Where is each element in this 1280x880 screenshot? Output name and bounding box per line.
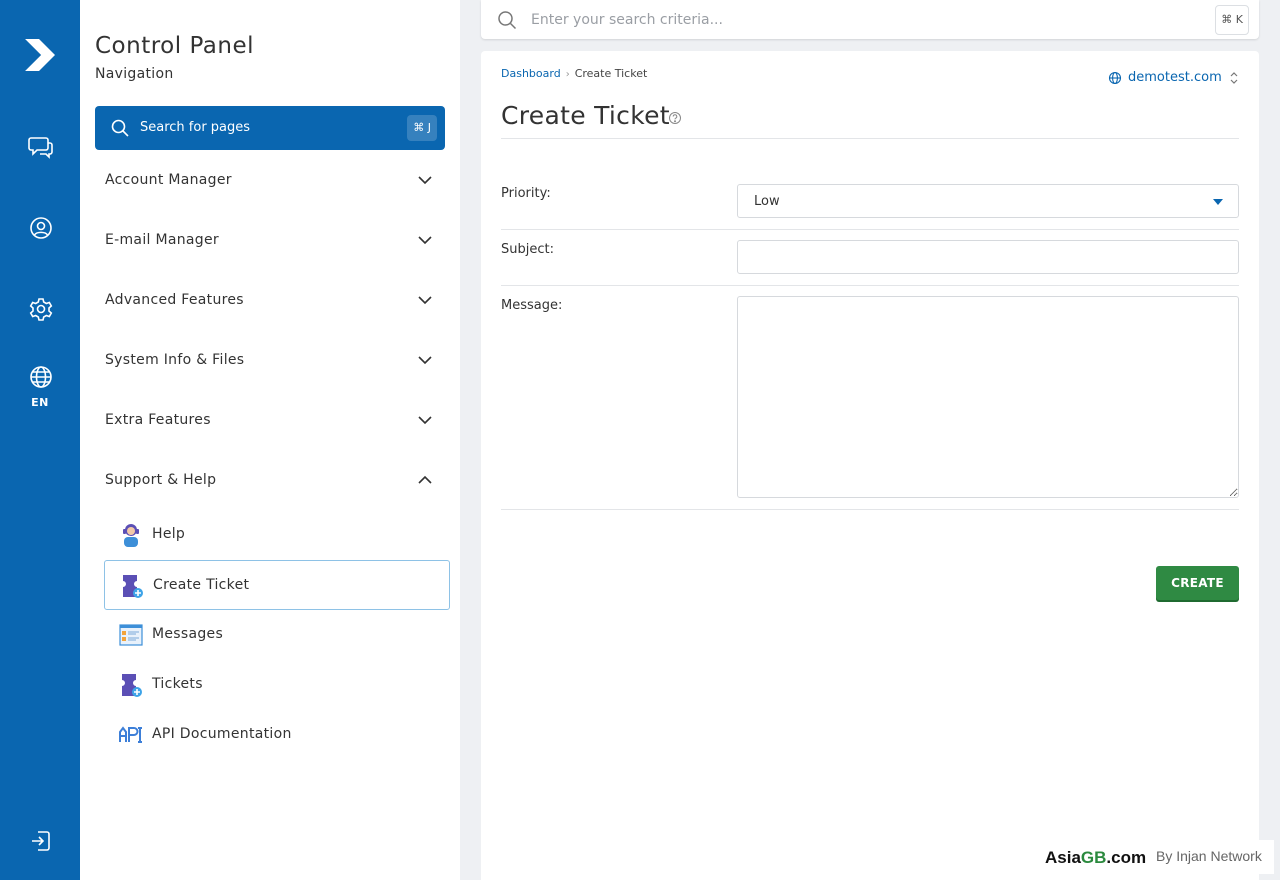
- nav-item-label: Help: [152, 526, 186, 542]
- help-agent-icon: [123, 524, 139, 547]
- breadcrumb-separator-icon: ›: [565, 69, 570, 80]
- icon-rail: EN: [0, 0, 80, 880]
- messages-icon: [119, 624, 143, 646]
- page-search-label: Search for pages: [140, 120, 251, 135]
- section-label: System Info & Files: [105, 352, 245, 368]
- section-extra-features[interactable]: Extra Features: [95, 400, 445, 440]
- section-label: Advanced Features: [105, 292, 244, 308]
- logo-icon[interactable]: [21, 35, 59, 75]
- divider: [501, 285, 1239, 286]
- priority-label: Priority:: [501, 186, 551, 201]
- nav-item-help[interactable]: Help: [104, 510, 450, 560]
- page-search-button[interactable]: Search for pages ⌘ J: [95, 106, 445, 150]
- globe-icon: [1108, 71, 1122, 85]
- domain-selector[interactable]: demotest.com: [1108, 70, 1239, 88]
- section-system-info-files[interactable]: System Info & Files: [95, 340, 445, 380]
- section-label: Account Manager: [105, 172, 232, 188]
- domain-name: demotest.com: [1128, 70, 1222, 85]
- nav-item-label: Messages: [152, 626, 224, 642]
- brand-tagline: By Injan Network: [1156, 848, 1262, 864]
- section-email-manager[interactable]: E-mail Manager: [95, 220, 445, 260]
- language-label[interactable]: EN: [0, 396, 80, 409]
- user-icon[interactable]: [28, 215, 54, 241]
- section-label: E-mail Manager: [105, 232, 219, 248]
- caret-down-icon: [1213, 199, 1223, 205]
- divider: [501, 138, 1239, 139]
- main-card: Dashboard › Create Ticket demotest.com Cre…: [481, 51, 1259, 880]
- nav-item-label: Create Ticket: [153, 577, 250, 593]
- message-label: Message:: [501, 298, 563, 313]
- nav-item-tickets[interactable]: Tickets: [104, 660, 450, 710]
- chevron-down-icon: [418, 416, 432, 425]
- chat-icon[interactable]: [28, 134, 54, 160]
- page-title: Create Ticket: [501, 101, 670, 130]
- panel-title: Control Panel: [95, 33, 254, 59]
- chevron-up-icon: [418, 475, 432, 484]
- breadcrumb-current: Create Ticket: [574, 67, 648, 80]
- message-textarea[interactable]: [737, 296, 1239, 498]
- chevron-down-icon: [418, 296, 432, 305]
- nav-item-messages[interactable]: Messages: [104, 610, 450, 660]
- global-search-bar: ⌘ K: [481, 0, 1259, 39]
- create-button[interactable]: CREATE: [1156, 566, 1239, 600]
- tickets-icon: [122, 674, 142, 697]
- divider: [501, 229, 1239, 230]
- nav-item-api-documentation[interactable]: API Documentation: [104, 710, 450, 760]
- navigation-panel: Control Panel Navigation Search for page…: [80, 0, 460, 880]
- panel-subtitle: Navigation: [95, 66, 174, 82]
- api-icon: [119, 726, 142, 743]
- subject-label: Subject:: [501, 242, 554, 257]
- sort-updown-icon: [1230, 72, 1238, 84]
- chevron-down-icon: [418, 356, 432, 365]
- subject-input[interactable]: [737, 240, 1239, 274]
- search-icon: [498, 11, 517, 30]
- nav-item-create-ticket[interactable]: Create Ticket: [104, 560, 450, 610]
- nav-item-label: Tickets: [152, 676, 203, 692]
- priority-select[interactable]: Low: [737, 184, 1239, 218]
- chevron-down-icon: [418, 176, 432, 185]
- section-support-help[interactable]: Support & Help: [95, 460, 445, 500]
- global-search-input[interactable]: [531, 7, 1171, 33]
- brand-footer: AsiaGB.com By Injan Network: [1040, 840, 1274, 874]
- search-icon: [111, 119, 129, 137]
- divider: [501, 509, 1239, 510]
- section-account-manager[interactable]: Account Manager: [95, 160, 445, 200]
- breadcrumb-dashboard-link[interactable]: Dashboard: [501, 67, 561, 80]
- priority-value: Low: [754, 194, 780, 209]
- globe-icon[interactable]: [28, 364, 54, 390]
- global-search-shortcut: ⌘ K: [1215, 5, 1249, 35]
- section-label: Support & Help: [105, 472, 217, 488]
- chevron-down-icon: [418, 236, 432, 245]
- section-label: Extra Features: [105, 412, 211, 428]
- logout-icon[interactable]: [28, 828, 54, 854]
- gear-icon[interactable]: [28, 296, 54, 322]
- section-advanced-features[interactable]: Advanced Features: [95, 280, 445, 320]
- breadcrumb: Dashboard › Create Ticket: [501, 67, 647, 80]
- brand-name[interactable]: AsiaGB.com: [1045, 848, 1146, 868]
- page-search-shortcut: ⌘ J: [407, 115, 437, 141]
- help-question-icon[interactable]: [668, 111, 682, 125]
- create-ticket-icon: [123, 575, 143, 598]
- nav-item-label: API Documentation: [152, 726, 292, 742]
